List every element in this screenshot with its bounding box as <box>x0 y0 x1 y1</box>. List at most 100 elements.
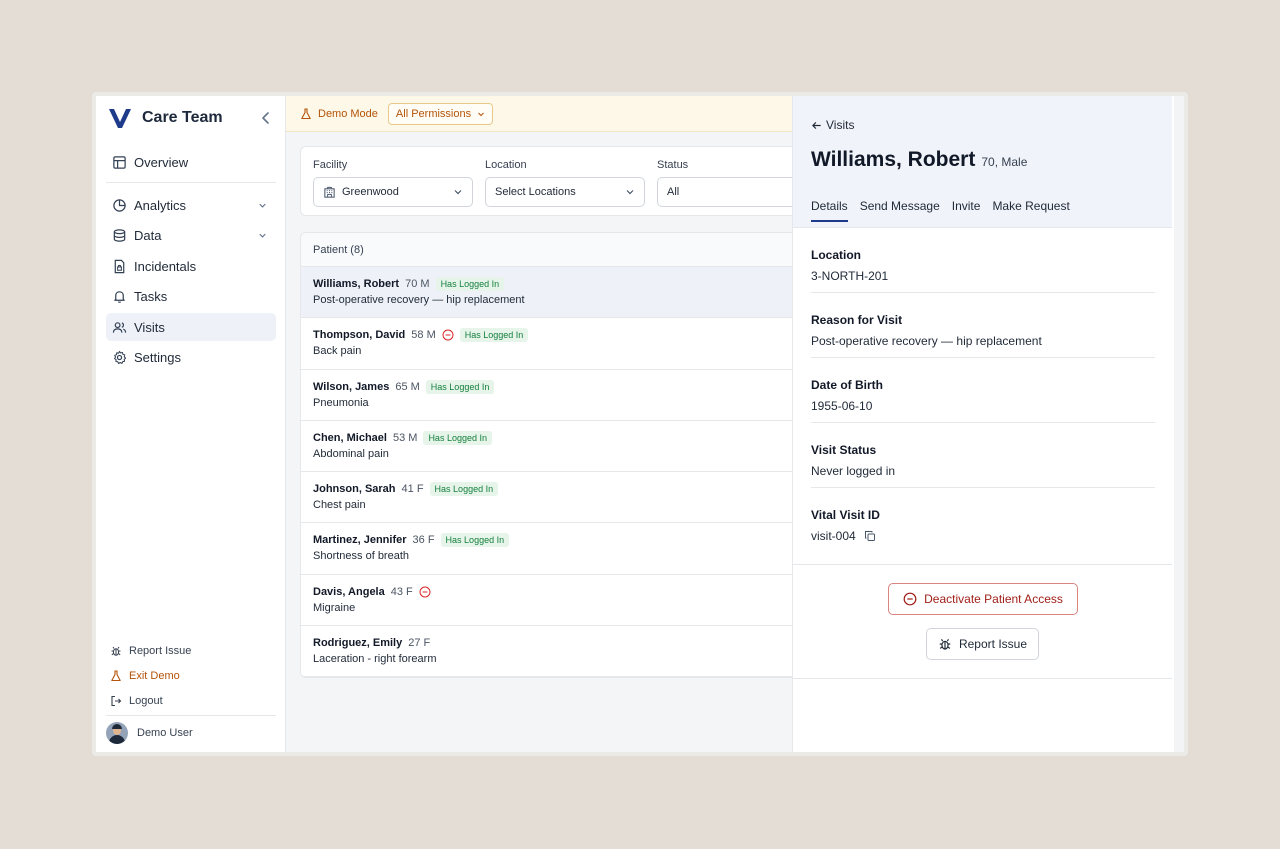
visit-reason: Abdominal pain <box>313 447 389 460</box>
detail-fields: Location 3-NORTH-201 Reason for Visit Po… <box>811 228 1155 553</box>
tab-invite[interactable]: Invite <box>952 199 981 222</box>
field-value: visit-004 <box>811 529 1155 543</box>
field-label: Reason for Visit <box>811 313 903 327</box>
patient-title: Williams, Robert 70, Male <box>811 148 1027 172</box>
status-badge: Has Logged In <box>429 482 499 497</box>
deactivate-label: Deactivate Patient Access <box>924 592 1063 606</box>
visit-reason: Chest pain <box>313 499 366 512</box>
exit-demo-label: Exit Demo <box>129 669 180 682</box>
patient-age-sex: 43 F <box>390 585 413 598</box>
sidebar-item-analytics[interactable]: Analytics <box>106 191 276 219</box>
exit-demo-link[interactable]: Exit Demo <box>110 663 191 688</box>
bug-icon <box>111 646 121 656</box>
field-reason: Reason for Visit Post-operative recovery… <box>811 293 1155 358</box>
table-row[interactable]: Johnson, Sarah 41 F Has Logged In Chest pai… <box>301 472 819 524</box>
patient-age-sex: 27 F <box>408 637 431 650</box>
sidebar-item-label: Settings <box>134 350 181 366</box>
tab-make-request[interactable]: Make Request <box>992 199 1069 222</box>
demo-mode-text: Demo Mode <box>318 107 378 120</box>
logout-icon <box>111 695 122 706</box>
permissions-select[interactable]: All Permissions <box>387 102 494 125</box>
sidebar-bottom-links: Report Issue Exit Demo Logout <box>110 638 191 713</box>
gear-icon <box>114 351 127 365</box>
actions-divider <box>793 564 1172 565</box>
row-header: Williams, Robert 70 M Has Logged In <box>313 277 807 291</box>
patient-rows: Williams, Robert 70 M Has Logged In Post-op… <box>301 267 819 677</box>
status-badge: Has Logged In <box>440 533 510 548</box>
field-dob: Date of Birth 1955-06-10 <box>811 358 1155 423</box>
building-icon <box>324 186 335 198</box>
patient-name: Rodriguez, Emily <box>313 637 403 650</box>
demo-banner: Demo Mode All Permissions <box>286 96 796 132</box>
sidebar-item-tasks[interactable]: Tasks <box>106 283 276 311</box>
logout-link[interactable]: Logout <box>110 688 191 713</box>
location-filter: Location Select Locations <box>485 159 645 207</box>
demo-mode-label: Demo Mode <box>300 108 378 120</box>
row-header: Martinez, Jennifer 36 F Has Logged In <box>313 533 807 548</box>
copy-icon[interactable] <box>864 530 876 542</box>
patient-age-sex: 36 F <box>412 534 435 547</box>
tab-send-message[interactable]: Send Message <box>860 199 940 222</box>
sidebar-item-label: Overview <box>134 154 189 170</box>
patient-name: Wilson, James <box>313 380 390 393</box>
field-label: Visit Status <box>811 443 877 457</box>
patient-age-sex: 65 M <box>395 380 420 393</box>
deactivate-access-button[interactable]: Deactivate Patient Access <box>888 583 1078 615</box>
patient-name: Chen, Michael <box>313 431 387 444</box>
sidebar-item-label: Visits <box>134 319 165 335</box>
layout-icon <box>113 155 126 169</box>
sidebar-item-data[interactable]: Data <box>106 222 276 250</box>
sidebar-item-settings[interactable]: Settings <box>106 344 276 372</box>
table-row[interactable]: Martinez, Jennifer 36 F Has Logged In Short… <box>301 523 819 575</box>
sidebar-item-label: Analytics <box>134 197 187 213</box>
back-to-visits-link[interactable]: Visits <box>811 118 854 132</box>
visit-reason: Post-operative recovery — hip replacemen… <box>313 294 525 306</box>
user-profile[interactable]: Demo User <box>106 722 193 744</box>
app-window: Care Team Overview Analytics Data Incide… <box>92 92 1188 756</box>
patient-list-header: Patient (8) <box>301 233 819 267</box>
scrollbar[interactable] <box>1174 96 1184 752</box>
facility-select[interactable]: Greenwood <box>313 177 473 207</box>
table-row[interactable]: Williams, Robert 70 M Has Logged In Post-op… <box>301 267 819 319</box>
field-location: Location 3-NORTH-201 <box>811 228 1155 293</box>
field-visit-status: Visit Status Never logged in <box>811 423 1155 488</box>
sidebar-item-incidentals[interactable]: Incidentals <box>106 252 276 280</box>
sidebar-item-overview[interactable]: Overview <box>106 148 276 176</box>
field-label: Date of Birth <box>811 378 883 392</box>
row-header: Rodriguez, Emily 27 F <box>313 636 807 650</box>
status-badge: Has Logged In <box>435 277 505 291</box>
status-badge: Has Logged In <box>459 328 529 343</box>
arrow-left-icon <box>812 121 821 129</box>
visit-reason: Pneumonia <box>313 396 369 409</box>
sidebar-item-label: Incidentals <box>134 258 197 274</box>
bug-icon <box>939 639 951 650</box>
tab-details[interactable]: Details <box>811 199 848 222</box>
table-row[interactable]: Davis, Angela 43 F Migraine <box>301 575 819 627</box>
sidebar-item-visits[interactable]: Visits <box>106 313 276 342</box>
visit-reason: Shortness of breath <box>313 550 410 563</box>
collapse-sidebar-icon[interactable] <box>258 110 274 126</box>
visit-id-value: visit-004 <box>811 529 856 543</box>
users-icon <box>112 322 127 333</box>
facility-label: Facility <box>313 159 348 171</box>
nav-divider <box>106 182 276 183</box>
field-label: Vital Visit ID <box>811 508 880 522</box>
field-value: Post-operative recovery — hip replacemen… <box>811 334 1155 348</box>
report-issue-link[interactable]: Report Issue <box>110 638 191 663</box>
patient-name: Martinez, Jennifer <box>313 534 407 547</box>
pie-chart-icon <box>113 198 126 212</box>
file-lock-icon <box>114 259 125 273</box>
table-row[interactable]: Rodriguez, Emily 27 F Laceration - right f… <box>301 626 819 677</box>
report-issue-button[interactable]: Report Issue <box>926 628 1039 660</box>
location-select[interactable]: Select Locations <box>485 177 645 207</box>
database-icon <box>113 229 126 242</box>
user-name: Demo User <box>137 727 193 739</box>
table-row[interactable]: Wilson, James 65 M Has Logged In Pneumonia <box>301 370 819 421</box>
logout-label: Logout <box>129 694 163 707</box>
panel-divider <box>793 678 1172 679</box>
table-row[interactable]: Thompson, David 58 M Has Logged In Back pai… <box>301 318 819 370</box>
flask-icon <box>111 669 121 681</box>
chevron-down-icon <box>478 112 484 116</box>
table-row[interactable]: Chen, Michael 53 M Has Logged In Abdominal … <box>301 421 819 473</box>
main-content: Demo Mode All Permissions Facility Green… <box>286 96 820 752</box>
